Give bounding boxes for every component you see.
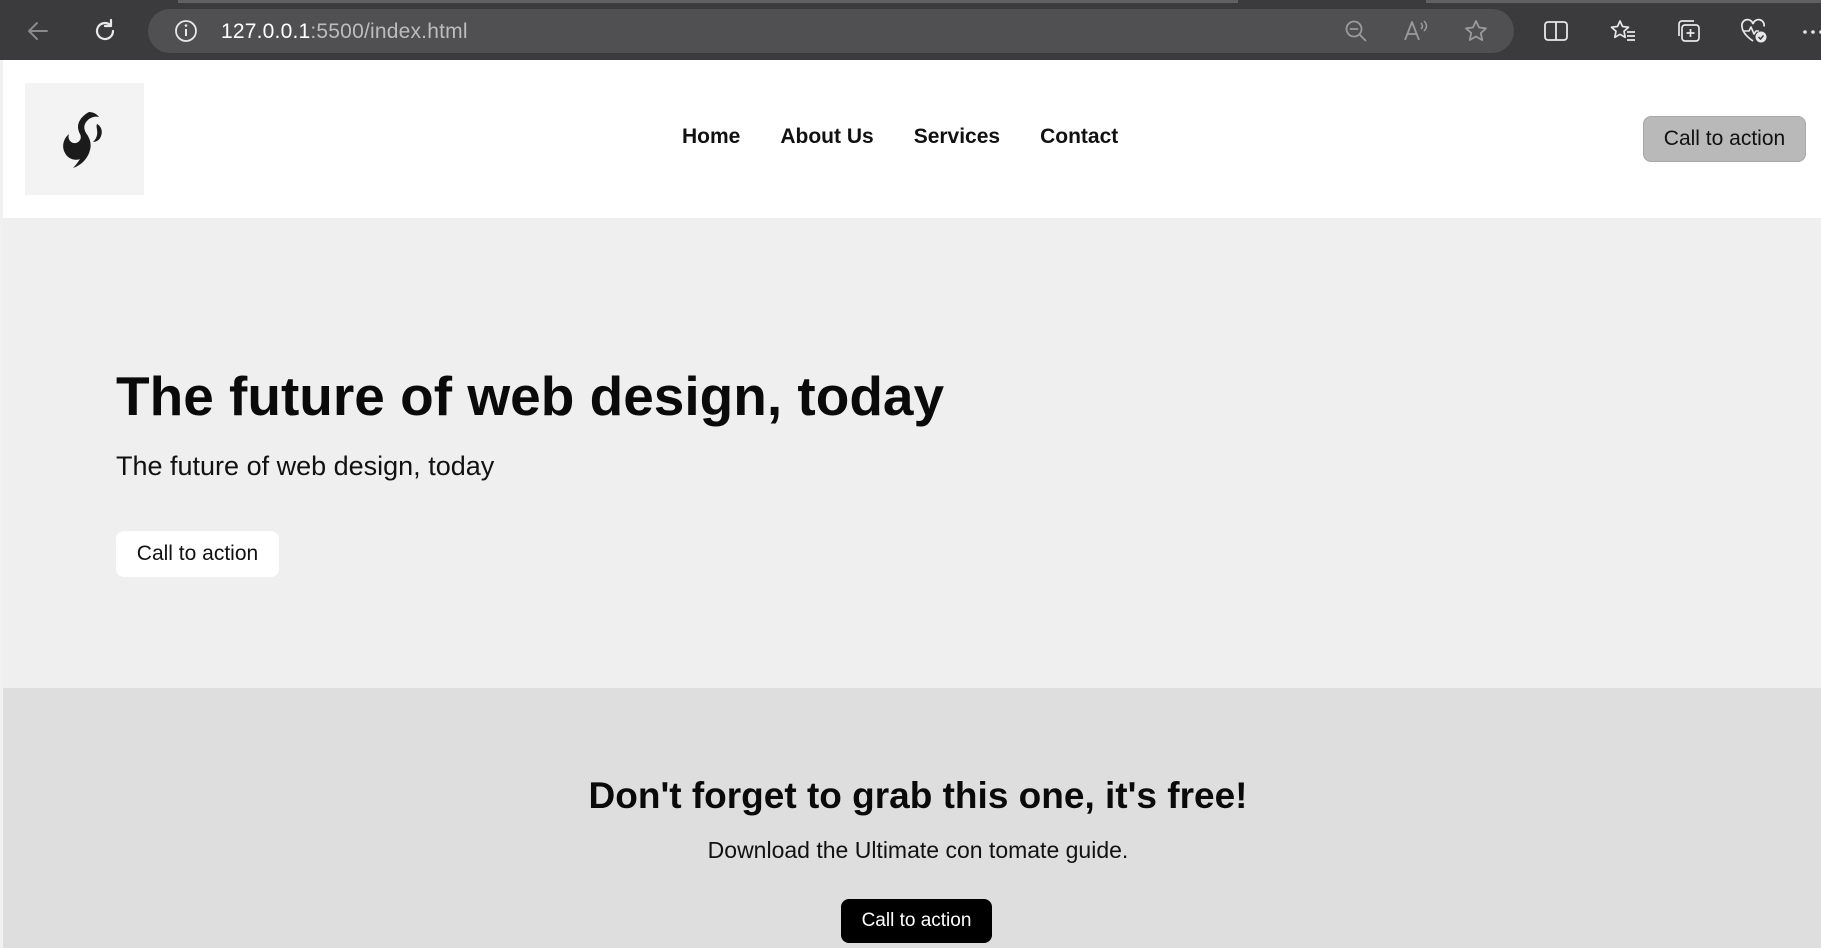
promo-cta-button[interactable]: Call to action <box>841 899 992 943</box>
tab-strip-indicator <box>1426 0 1821 3</box>
collections-icon[interactable] <box>1669 11 1709 51</box>
hero-title: The future of web design, today <box>116 365 945 427</box>
address-bar[interactable]: 127.0.0.1:5500/index.html <box>148 9 1514 53</box>
hero-subtitle: The future of web design, today <box>116 451 495 481</box>
hero-cta-button[interactable]: Call to action <box>116 531 279 577</box>
site-logo[interactable] <box>25 83 144 195</box>
bird-flame-logo-icon <box>62 112 102 168</box>
page-viewport: Home About Us Services Contact Call to a… <box>3 60 1821 948</box>
nav-services[interactable]: Services <box>914 125 1000 149</box>
read-aloud-icon[interactable] <box>1401 16 1431 46</box>
tab-strip-indicator <box>178 0 1238 3</box>
zoom-out-icon[interactable] <box>1341 16 1371 46</box>
site-header: Home About Us Services Contact Call to a… <box>3 60 1821 218</box>
promo-title: Don't forget to grab this one, it's free… <box>588 775 1248 816</box>
promo-text: Download the Ultimate con tomate guide. <box>707 837 1129 863</box>
main-nav: Home About Us Services Contact <box>682 125 1158 149</box>
favorites-icon[interactable] <box>1603 11 1643 51</box>
info-icon[interactable] <box>171 16 201 46</box>
refresh-icon[interactable] <box>85 11 125 51</box>
browser-toolbar: 127.0.0.1:5500/index.html <box>0 0 1821 60</box>
url-text[interactable]: 127.0.0.1:5500/index.html <box>221 20 468 44</box>
promo-section: Don't forget to grab this one, it's free… <box>3 688 1821 948</box>
url-path: :5500/index.html <box>310 20 468 43</box>
hero-section: The future of web design, today The futu… <box>3 218 1821 688</box>
header-cta-button[interactable]: Call to action <box>1643 116 1806 162</box>
browser-essentials-icon[interactable] <box>1734 11 1774 51</box>
favorite-star-icon[interactable] <box>1461 16 1491 46</box>
nav-contact[interactable]: Contact <box>1040 125 1118 149</box>
split-screen-icon[interactable] <box>1536 11 1576 51</box>
nav-about-us[interactable]: About Us <box>780 125 873 149</box>
more-icon[interactable] <box>1795 11 1821 51</box>
url-host: 127.0.0.1 <box>221 20 311 43</box>
back-arrow-icon[interactable] <box>18 11 58 51</box>
nav-home[interactable]: Home <box>682 125 740 149</box>
